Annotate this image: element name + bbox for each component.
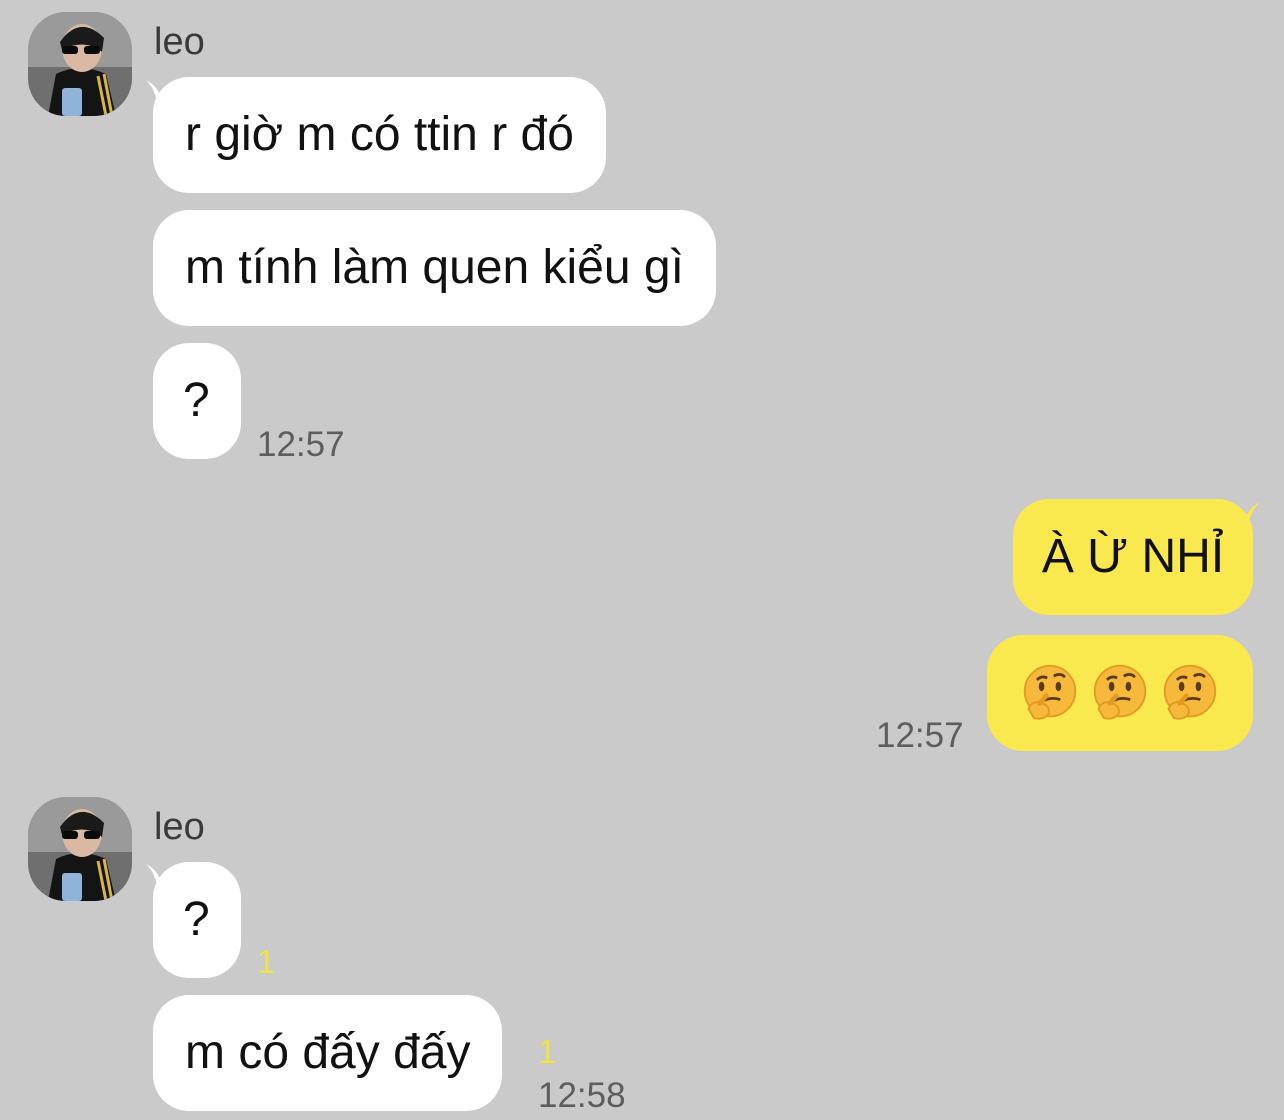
sender-name: leo	[154, 21, 205, 63]
thinking-face-icon	[1023, 664, 1077, 720]
message-bubble[interactable]: m tính làm quen kiểu gì	[153, 210, 716, 326]
message-text: À Ừ NHỈ	[1041, 530, 1225, 583]
message-bubble[interactable]: r giờ m có ttin r đó	[153, 77, 606, 193]
message-bubble[interactable]: ?	[153, 862, 241, 978]
timestamp: 12:58	[538, 1076, 626, 1115]
message-bubble[interactable]	[987, 635, 1253, 751]
avatar[interactable]	[28, 12, 132, 116]
timestamp: 12:57	[257, 425, 345, 464]
message-bubble[interactable]: À Ừ NHỈ	[1013, 499, 1253, 615]
avatar[interactable]	[28, 797, 132, 901]
sender-name: leo	[154, 806, 205, 848]
message-text: r giờ m có ttin r đó	[185, 108, 574, 161]
timestamp: 12:57	[876, 716, 964, 755]
avatar-photo	[28, 12, 132, 116]
message-text: ?	[183, 893, 210, 946]
unread-count: 1	[257, 943, 276, 980]
message-bubble[interactable]: ?	[153, 343, 241, 459]
thinking-face-icon	[1163, 664, 1217, 720]
message-text: ?	[183, 374, 210, 427]
thinking-face-icon	[1093, 664, 1147, 720]
message-text: m có đấy đấy	[185, 1026, 471, 1079]
unread-count: 1	[538, 1033, 557, 1070]
avatar-photo	[28, 797, 132, 901]
message-bubble[interactable]: m có đấy đấy	[153, 995, 503, 1111]
message-text: m tính làm quen kiểu gì	[185, 241, 684, 294]
